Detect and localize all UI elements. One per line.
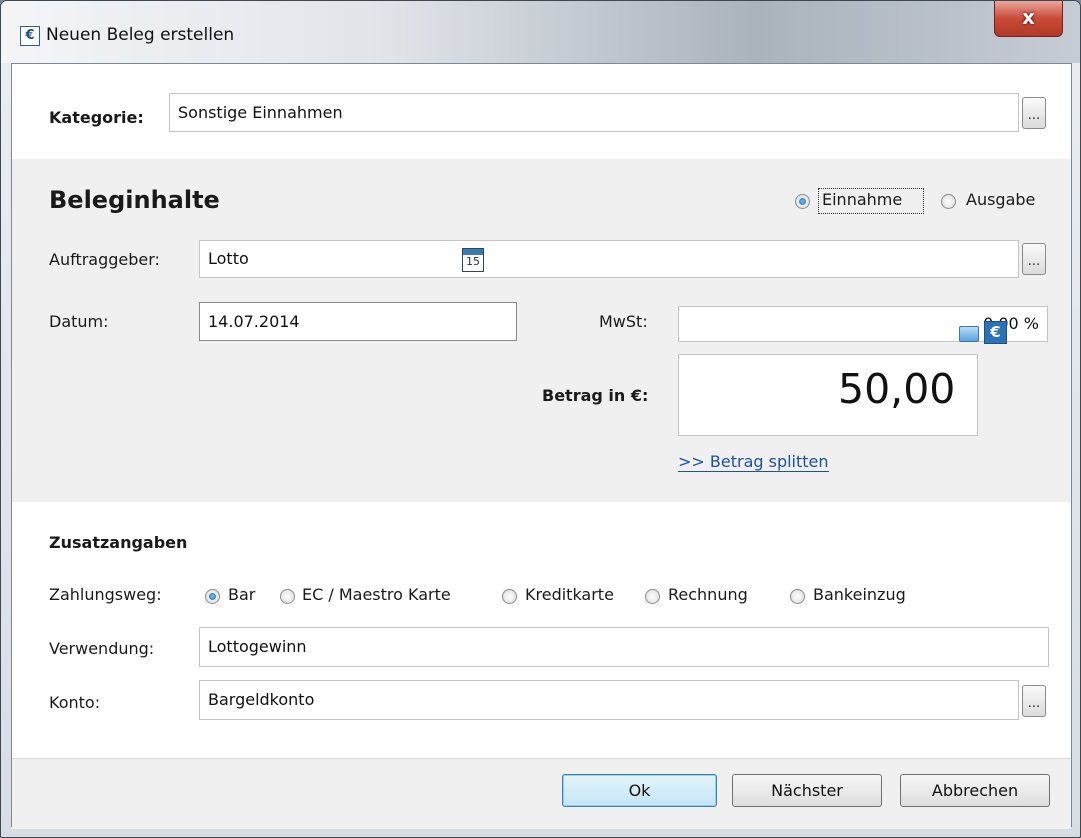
ok-button[interactable]: Ok (562, 774, 717, 807)
category-field[interactable]: Sonstige Einnahmen (169, 93, 1019, 132)
additional-info-section: Zusatzangaben Zahlungsweg: Bar EC / Maes… (12, 502, 1071, 758)
amount-value: 50,00 (838, 365, 956, 413)
payment-radio-invoice[interactable] (645, 589, 660, 604)
payment-label-debit[interactable]: Bankeinzug (813, 585, 906, 604)
category-label: Kategorie: (49, 108, 144, 127)
vat-label: MwSt: (599, 312, 648, 331)
section-heading: Beleginhalte (49, 186, 220, 214)
window-title: Neuen Beleg erstellen (46, 25, 235, 45)
purpose-label: Verwendung: (49, 639, 155, 658)
amount-label: Betrag in €: (542, 386, 649, 405)
payment-label-invoice[interactable]: Rechnung (668, 585, 748, 604)
ordering-party-label: Auftraggeber: (49, 250, 160, 269)
account-browse-button[interactable]: ... (1022, 685, 1046, 717)
payment-radio-debit[interactable] (790, 589, 805, 604)
payment-label-credit[interactable]: Kreditkarte (525, 585, 614, 604)
receipt-content-section: Beleginhalte Einnahme Ausgabe Auftraggeb… (12, 159, 1071, 503)
payment-label-cash[interactable]: Bar (228, 585, 255, 604)
cancel-button[interactable]: Abbrechen (900, 774, 1050, 807)
close-icon: x (1022, 5, 1035, 29)
additional-heading: Zusatzangaben (49, 533, 188, 552)
split-amount-link[interactable]: >> Betrag splitten (678, 452, 829, 472)
account-label: Konto: (49, 693, 101, 712)
income-label[interactable]: Einnahme (822, 190, 902, 209)
calculator-icon[interactable] (959, 326, 979, 342)
date-label: Datum: (49, 312, 109, 331)
category-browse-button[interactable]: ... (1022, 97, 1046, 129)
purpose-field[interactable]: Lottogewinn (199, 627, 1049, 667)
next-button[interactable]: Nächster (732, 774, 882, 807)
ordering-party-browse-button[interactable]: ... (1022, 243, 1046, 275)
calendar-day: 15 (466, 255, 480, 268)
account-field[interactable]: Bargeldkonto (199, 680, 1019, 720)
title-bar[interactable]: € Neuen Beleg erstellen x (1, 1, 1080, 63)
ordering-party-field[interactable]: Lotto (199, 240, 1019, 278)
income-radio[interactable] (795, 194, 810, 209)
payment-radio-cash[interactable] (205, 589, 220, 604)
euro-currency-icon[interactable]: € (984, 321, 1007, 344)
payment-radio-ec[interactable] (280, 589, 295, 604)
date-field[interactable]: 14.07.2014 (199, 302, 517, 341)
button-bar: Ok Nächster Abbrechen (12, 758, 1071, 829)
category-section: Kategorie: Sonstige Einnahmen ... (12, 64, 1071, 160)
expense-label[interactable]: Ausgabe (966, 190, 1035, 209)
close-button[interactable]: x (994, 1, 1063, 37)
payment-label-ec[interactable]: EC / Maestro Karte (302, 585, 451, 604)
calendar-icon[interactable]: 15 (462, 248, 484, 272)
payment-radio-credit[interactable] (502, 589, 517, 604)
expense-radio[interactable] (941, 194, 956, 209)
euro-icon: € (20, 26, 40, 46)
payment-method-label: Zahlungsweg: (49, 585, 162, 604)
dialog-body: Kategorie: Sonstige Einnahmen ... Belegi… (11, 63, 1072, 829)
dialog-window: € Neuen Beleg erstellen x Kategorie: Son… (0, 0, 1081, 838)
